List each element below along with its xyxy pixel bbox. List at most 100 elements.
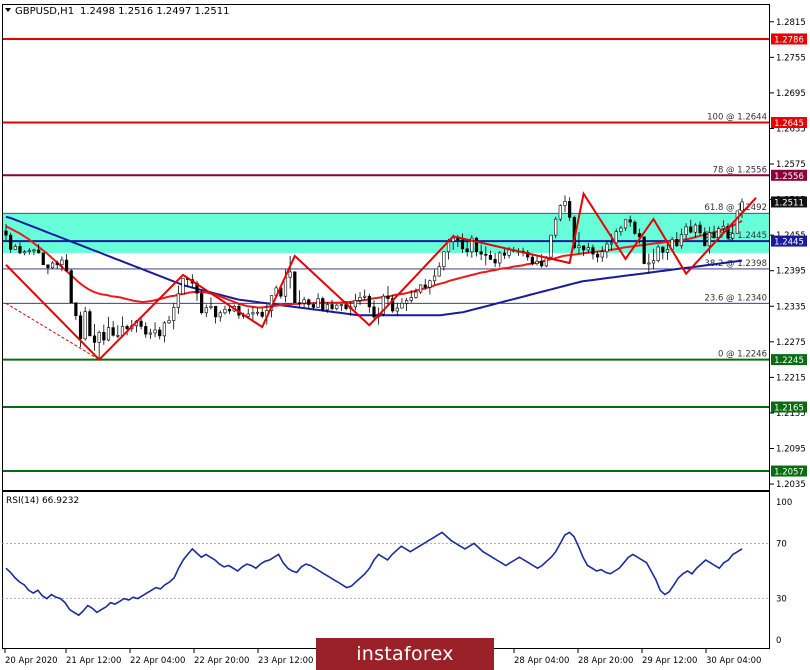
candle-body	[689, 226, 693, 233]
candle-body	[428, 280, 432, 288]
price-chart[interactable]: 100 @ 1.2644 78 @ 1.2556 0 @ 1.2246 61.8 @ …	[0, 0, 810, 670]
time-tick-label: 28 Apr 20:00	[578, 656, 633, 666]
candle-body	[246, 313, 250, 317]
candle-body	[484, 253, 488, 256]
instaforex-watermark: instaforex	[316, 638, 494, 670]
support-band	[2, 213, 770, 253]
candle-body	[153, 329, 157, 334]
candle-body	[106, 327, 111, 341]
candle-body	[162, 322, 166, 337]
candle-body	[498, 252, 502, 264]
candle-body	[32, 249, 36, 252]
level-label: 100 @ 1.2644	[707, 113, 767, 123]
candle-body	[74, 302, 78, 317]
candle-body	[302, 299, 306, 304]
candle-body	[684, 226, 688, 235]
candle-body	[414, 291, 418, 298]
candle-body	[144, 326, 148, 335]
candle-body	[41, 252, 45, 266]
candle-body	[540, 260, 544, 267]
level-label: 0 @ 1.2246	[718, 350, 767, 360]
candle-body	[665, 249, 670, 253]
candle-body	[255, 311, 260, 314]
price-tick-label: 1.2275	[776, 338, 806, 348]
current-price-tag: 1.2511	[774, 198, 804, 208]
candle-body	[595, 253, 600, 258]
time-tick-label: 22 Apr 20:00	[194, 656, 249, 666]
candle-body	[712, 232, 716, 238]
candle-body	[619, 227, 623, 232]
candle-body	[493, 259, 497, 264]
candle-body	[176, 293, 180, 308]
time-tick-label: 21 Apr 12:00	[66, 656, 121, 666]
time-tick-label: 29 Apr 12:00	[642, 656, 697, 666]
price-tick-label: 1.2695	[776, 89, 806, 99]
price-tick-label: 1.2215	[776, 373, 806, 383]
candle-body	[204, 307, 208, 314]
candle-body	[200, 292, 204, 314]
candle-body	[321, 298, 325, 311]
candle-body	[23, 251, 27, 254]
candle-body	[293, 271, 297, 304]
candle-body	[288, 271, 292, 278]
candle-body	[353, 300, 357, 308]
candle-body	[432, 275, 437, 282]
candle-body	[311, 304, 316, 308]
candle-body	[600, 251, 604, 258]
candle-body	[418, 284, 423, 293]
candle-body	[139, 320, 143, 327]
candle-body	[18, 246, 22, 254]
candle-body	[83, 311, 87, 340]
candle-body	[218, 312, 222, 318]
time-tick-label: 22 Apr 04:00	[130, 656, 185, 666]
price-tick-label: 1.2095	[776, 445, 806, 455]
candle-body	[437, 266, 441, 277]
candle-body	[116, 335, 120, 337]
candle-body	[563, 201, 567, 206]
candle-body	[400, 303, 404, 309]
price-tick-label: 1.2035	[776, 480, 806, 490]
candle-body	[167, 320, 171, 324]
candle-body	[568, 201, 572, 218]
candle-body	[158, 329, 162, 337]
candle-body	[251, 312, 255, 315]
candle-body	[223, 308, 227, 314]
price-tick-label: 1.2755	[776, 53, 806, 63]
candle-body	[4, 230, 8, 236]
time-tick-label: 28 Apr 04:00	[514, 656, 569, 666]
candle-body	[675, 238, 679, 247]
candle-body	[740, 201, 744, 212]
candle-body	[64, 259, 69, 272]
candle-body	[679, 234, 684, 247]
rsi-tick-label: 0	[776, 636, 781, 646]
time-tick-label: 20 Apr 2020	[5, 656, 58, 666]
symbol-label: GBPUSD,H1	[15, 6, 74, 17]
candle-body	[656, 246, 660, 261]
price-tick-label: 1.2575	[776, 160, 806, 170]
candle-body	[409, 297, 413, 301]
candle-body	[465, 248, 469, 253]
level-tag: 1.2245	[774, 356, 804, 366]
candle-body	[628, 219, 632, 223]
candle-body	[330, 304, 334, 309]
candle-body	[549, 234, 553, 258]
candle-body	[209, 305, 213, 308]
candle-body	[423, 284, 427, 288]
fib-label: 61.8 @ 1.2492	[704, 203, 767, 213]
candle-body	[307, 299, 311, 305]
candle-body	[358, 297, 362, 301]
candle-body	[582, 245, 586, 251]
level-tag: 1.2165	[774, 404, 804, 414]
ohlc-label: 1.2498 1.2516 1.2497 1.2511	[80, 6, 230, 17]
candle-body	[386, 295, 390, 299]
candle-body	[460, 239, 465, 250]
candle-body	[102, 332, 106, 341]
candle-body	[502, 252, 507, 256]
candle-body	[707, 232, 711, 247]
candle-body	[339, 304, 343, 306]
candle-body	[554, 218, 558, 236]
candle-body	[530, 256, 534, 264]
candle-body	[316, 298, 320, 308]
candle-body	[46, 264, 50, 269]
support-zone	[2, 213, 770, 253]
